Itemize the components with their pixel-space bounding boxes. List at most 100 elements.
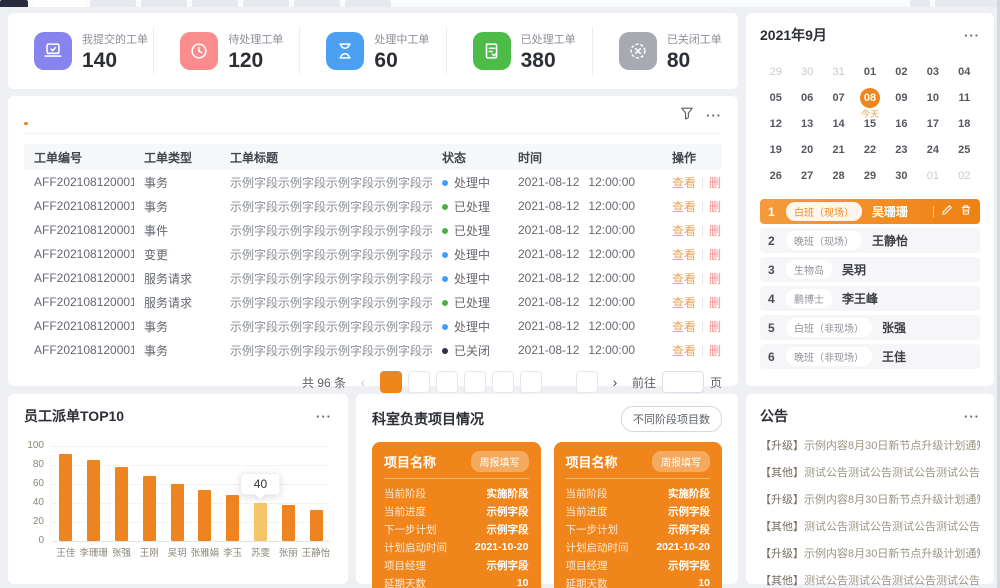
announcement-item[interactable]: 【升级】示例内容8月30日新节点升级计划通知 (760, 545, 980, 561)
shift-row[interactable]: 1 白班（现场） 吴珊珊 (760, 199, 980, 224)
shift-row[interactable]: 6 晚班（非现场） 王佳 (760, 344, 980, 369)
calendar-day[interactable]: 06 (791, 85, 822, 111)
calendar-day[interactable]: 25 (949, 137, 980, 163)
calendar-day[interactable]: 17 (917, 111, 948, 137)
more-icon[interactable]: ··· (964, 410, 980, 423)
weekly-report-button[interactable]: 周报填写 (471, 451, 529, 472)
filter-icon[interactable] (680, 106, 694, 125)
calendar-day[interactable]: 05 (760, 85, 791, 111)
table-row[interactable]: AFF202108120001 事务 示例字段示例字段示例字段示例字段示例字段 … (24, 194, 722, 218)
browser-tab[interactable] (243, 0, 289, 7)
calendar-day[interactable]: 12 (760, 111, 791, 137)
browser-tab[interactable] (910, 0, 930, 7)
table-row[interactable]: AFF202108120001 事务 示例字段示例字段示例字段示例字段示例字段 … (24, 314, 722, 338)
shift-row[interactable]: 2 晚班（现场） 王静怡 (760, 228, 980, 253)
browser-tab[interactable] (294, 0, 340, 7)
order-tab[interactable] (82, 105, 86, 125)
shift-row[interactable]: 3 生物岛 吴玥 (760, 257, 980, 282)
calendar-day[interactable]: 31 (823, 59, 854, 85)
bar-slot[interactable]: 吴玥 (163, 446, 191, 541)
announcement-item[interactable]: 【其他】测试公告测试公告测试公告测试公告测试公告 (760, 518, 980, 534)
weekly-report-button[interactable]: 周报填写 (652, 451, 710, 472)
view-link[interactable]: 查看 (672, 344, 696, 358)
calendar-day[interactable]: 20 (791, 137, 822, 163)
page-button[interactable] (380, 371, 402, 393)
announcement-item[interactable]: 【升级】示例内容8月30日新节点升级计划通知 (760, 437, 980, 453)
calendar-day[interactable]: 30 (886, 163, 917, 189)
calendar-day[interactable]: 11 (949, 85, 980, 111)
browser-tab[interactable] (0, 0, 28, 7)
announcement-item[interactable]: 【其他】测试公告测试公告测试公告测试公告测试公告 (760, 464, 980, 480)
page-button[interactable] (576, 371, 598, 393)
page-button[interactable] (408, 371, 430, 393)
delete-link[interactable]: 删除 (709, 176, 722, 190)
shift-row[interactable]: 4 鹏博士 李王峰 (760, 286, 980, 311)
calendar-day[interactable]: 01 (854, 59, 885, 85)
bar[interactable] (310, 510, 323, 541)
calendar-day[interactable]: 14 (823, 111, 854, 137)
calendar-day[interactable]: 28 (823, 163, 854, 189)
calendar-day[interactable]: 16 (886, 111, 917, 137)
view-link[interactable]: 查看 (672, 248, 696, 262)
calendar-day[interactable]: 21 (823, 137, 854, 163)
page-button[interactable] (492, 371, 514, 393)
calendar-day[interactable]: 02 (886, 59, 917, 85)
calendar-day[interactable]: 30 (791, 59, 822, 85)
order-tab[interactable] (198, 105, 202, 125)
calendar-day[interactable]: 15 (854, 111, 885, 137)
bar[interactable] (143, 476, 156, 541)
table-row[interactable]: AFF202108120001 事件 示例字段示例字段示例字段示例字段示例字段 … (24, 218, 722, 242)
browser-tab[interactable] (345, 0, 391, 7)
next-page-button[interactable]: › (604, 371, 626, 393)
table-row[interactable]: AFF202108120001 事务 示例字段示例字段示例字段示例字段示例字段 … (24, 338, 722, 362)
view-link[interactable]: 查看 (672, 296, 696, 310)
bar[interactable] (87, 460, 100, 541)
calendar-day[interactable]: 08 今天 (854, 85, 885, 111)
calendar-day[interactable]: 10 (917, 85, 948, 111)
calendar-day[interactable]: 07 (823, 85, 854, 111)
browser-tab[interactable] (935, 0, 997, 7)
trash-icon[interactable] (960, 203, 972, 221)
edit-icon[interactable] (941, 203, 953, 221)
table-row[interactable]: AFF202108120001 服务请求 示例字段示例字段示例字段示例字段示例字… (24, 266, 722, 290)
browser-tab[interactable] (90, 0, 136, 7)
bar-slot[interactable]: 40苏雯 (247, 446, 275, 541)
calendar-day[interactable]: 27 (791, 163, 822, 189)
bar[interactable] (198, 490, 211, 541)
calendar-day[interactable]: 02 (949, 163, 980, 189)
order-tab[interactable] (140, 105, 144, 125)
bar-slot[interactable]: 张强 (108, 446, 136, 541)
page-button[interactable] (436, 371, 458, 393)
order-tab[interactable] (24, 105, 28, 125)
page-button[interactable] (520, 371, 542, 393)
project-card[interactable]: 项目名称 周报填写 当前阶段 实施阶段 当前进度 示例字段 下一步计划 示例字段 (554, 442, 723, 588)
calendar-day[interactable]: 09 (886, 85, 917, 111)
more-icon[interactable]: ··· (964, 29, 980, 42)
bar[interactable] (171, 484, 184, 541)
view-link[interactable]: 查看 (672, 272, 696, 286)
prev-page-button[interactable]: ‹ (352, 371, 374, 393)
page-button[interactable] (548, 371, 570, 393)
calendar-day[interactable]: 29 (760, 59, 791, 85)
calendar-day[interactable]: 13 (791, 111, 822, 137)
bar[interactable] (115, 467, 128, 541)
bar[interactable] (226, 495, 239, 541)
delete-link[interactable]: 删除 (709, 224, 722, 238)
bar-slot[interactable]: 张雅娟 (191, 446, 219, 541)
view-link[interactable]: 查看 (672, 176, 696, 190)
table-row[interactable]: AFF202108120001 事务 示例字段示例字段示例字段示例字段示例字段 … (24, 170, 722, 194)
delete-link[interactable]: 删除 (709, 296, 722, 310)
calendar-day[interactable]: 03 (917, 59, 948, 85)
delete-link[interactable]: 删除 (709, 344, 722, 358)
browser-tab[interactable] (33, 0, 85, 7)
bar[interactable] (59, 454, 72, 541)
bar[interactable] (254, 503, 267, 541)
delete-link[interactable]: 删除 (709, 248, 722, 262)
delete-link[interactable]: 删除 (709, 200, 722, 214)
browser-tab[interactable] (141, 0, 187, 7)
project-card[interactable]: 项目名称 周报填写 当前阶段 实施阶段 当前进度 示例字段 下一步计划 示例字段 (372, 442, 541, 588)
view-link[interactable]: 查看 (672, 224, 696, 238)
bar-slot[interactable]: 王佳 (52, 446, 80, 541)
announcement-item[interactable]: 【升级】示例内容8月30日新节点升级计划通知 (760, 491, 980, 507)
calendar-day[interactable]: 18 (949, 111, 980, 137)
